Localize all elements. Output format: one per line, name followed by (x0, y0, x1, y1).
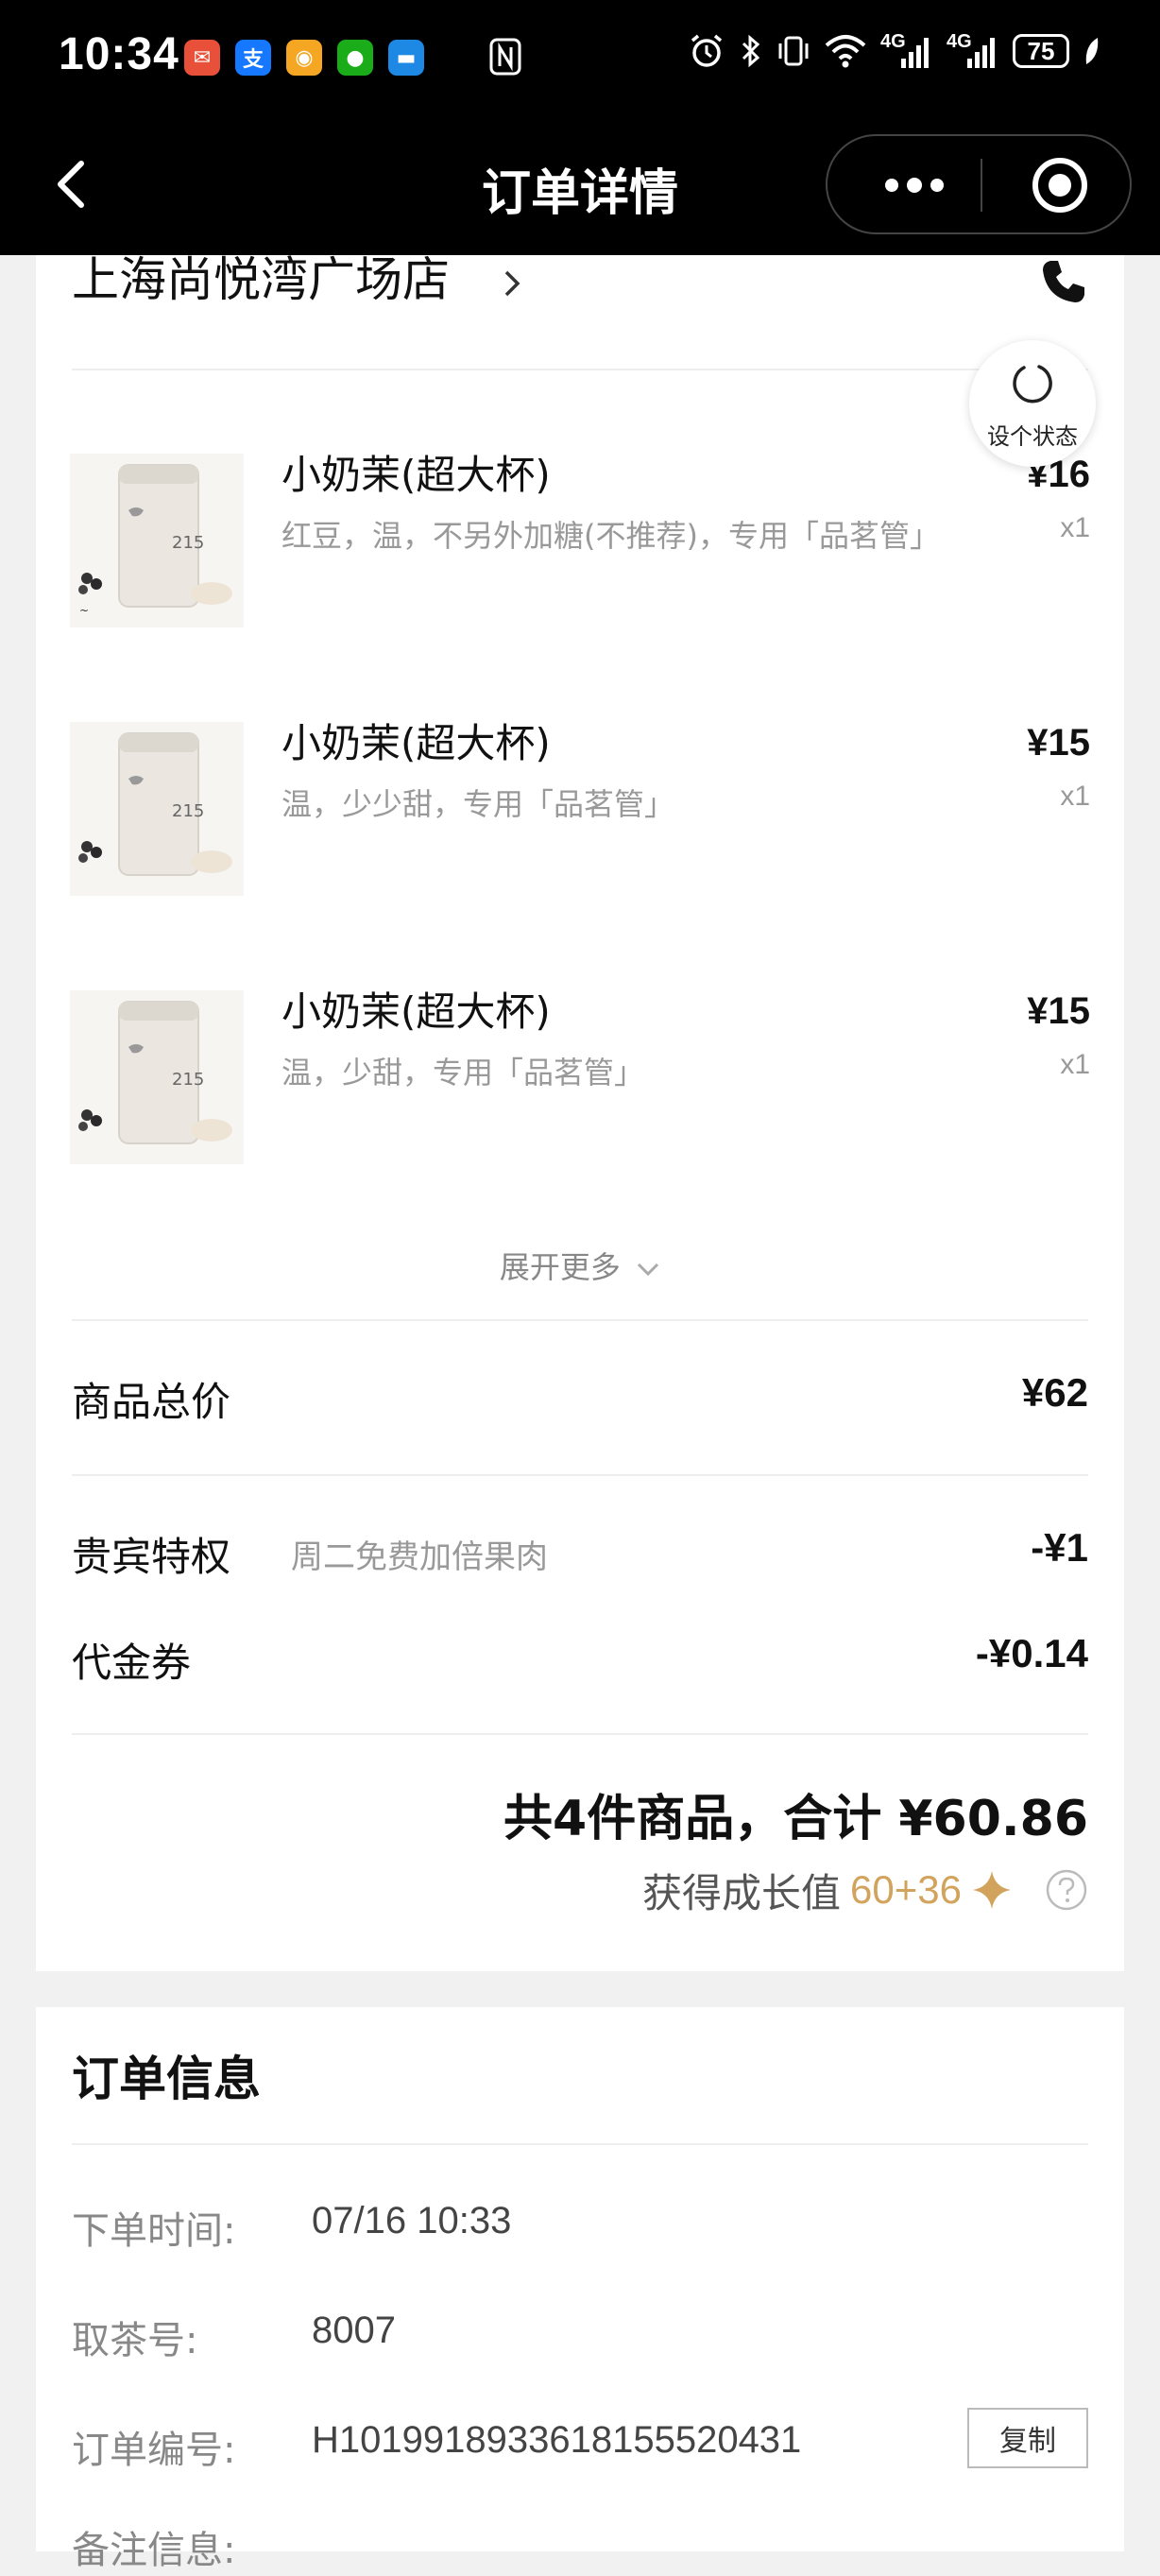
pickup-number-label: 取茶号: (72, 2319, 198, 2362)
order-number-row: 订单编号: H1019918933618155520431 复制 (72, 2408, 1088, 2476)
order-time-row: 下单时间: 07/16 10:33 (72, 2200, 1088, 2257)
item-name: 小奶茉(超大杯) (281, 988, 551, 1035)
cellular-signal-1: 4G (880, 32, 933, 70)
item-qty: x1 (1060, 781, 1090, 812)
cup-label: 215 (172, 533, 204, 553)
product-image: 215 (70, 722, 244, 896)
set-status-button[interactable]: 设个状态 (969, 340, 1096, 467)
subtotal-label: 商品总价 (72, 1379, 231, 1425)
item-price: ¥15 (1027, 722, 1090, 764)
item-name: 小奶茉(超大杯) (281, 720, 551, 766)
chevron-down-icon (638, 1262, 659, 1277)
order-item: 215 ~ 小奶茉(超大杯) 红豆，温，不另外加糖(不推荐)，专用「品茗管」 ¥… (70, 454, 1090, 627)
item-price: ¥15 (1027, 990, 1090, 1032)
alarm-icon (691, 34, 723, 67)
chevron-right-icon (504, 270, 520, 297)
status-time: 10:34 (59, 29, 179, 79)
order-item: 215 小奶茉(超大杯) 温，少少甜，专用「品茗管」 ¥15 x1 (70, 722, 1090, 896)
sparkle-icon (973, 1871, 1011, 1909)
growth-label: 获得成长值 (642, 1869, 842, 1916)
svg-text:~: ~ (79, 604, 89, 617)
cup-label: 215 (172, 801, 204, 821)
pickup-number-row: 取茶号: 8007 (72, 2310, 1088, 2366)
pickup-number-value: 8007 (312, 2310, 396, 2351)
expand-more-label: 展开更多 (499, 1249, 621, 1285)
order-time-value: 07/16 10:33 (312, 2200, 512, 2241)
refresh-icon (1013, 365, 1052, 404)
store-row[interactable]: 上海尚悦湾广场店 (72, 255, 1088, 370)
order-number-label: 订单编号: (72, 2429, 236, 2472)
growth-row: 获得成长值 60+36 (642, 1862, 1088, 1918)
voucher-label: 代金券 (72, 1640, 192, 1686)
wifi-icon (825, 35, 866, 68)
cellular-signal-2: 4G (947, 32, 999, 70)
order-total: 共4件商品，合计 ¥60.86 (503, 1791, 1088, 1847)
wechat-app-icon: ● (337, 40, 373, 76)
expand-more-button[interactable]: 展开更多 (36, 1244, 1124, 1287)
item-options: 红豆，温，不另外加糖(不推荐)，专用「品茗管」 (281, 518, 940, 554)
divider (72, 1319, 1088, 1321)
vibrate-icon (778, 36, 809, 66)
order-items-card: 上海尚悦湾广场店 215 ~ 小奶茉(超大杯) 红豆，温，不另外加糖(不推荐)，… (36, 255, 1124, 1971)
subtotal-value: ¥62 (1021, 1370, 1088, 1415)
alipay-app-icon: 支 (235, 40, 271, 76)
leaf-icon (1085, 38, 1099, 64)
product-image: 215 (70, 990, 244, 1164)
order-time-label: 下单时间: (72, 2209, 236, 2253)
mail-app-icon: ✉ (184, 40, 220, 76)
subtotal-row: 商品总价 ¥62 (72, 1370, 1088, 1427)
item-qty: x1 (1060, 512, 1090, 543)
nav-bar: 订单详情 (0, 113, 1160, 255)
remark-label: 备注信息: (72, 2529, 236, 2572)
voucher-value: -¥0.14 (975, 1631, 1088, 1675)
network-type-2: 4G (947, 31, 972, 52)
nfc-icon (489, 38, 521, 76)
item-name: 小奶茉(超大杯) (281, 452, 551, 498)
order-info-title: 订单信息 (72, 2052, 261, 2106)
copy-button[interactable]: 复制 (967, 2408, 1088, 2468)
store-name[interactable]: 上海尚悦湾广场店 (72, 255, 450, 304)
phone-icon[interactable] (1039, 257, 1088, 306)
item-options: 温，少少甜，专用「品茗管」 (281, 786, 675, 822)
divider (72, 1733, 1088, 1735)
item-qty: x1 (1060, 1049, 1090, 1080)
order-number-value: H1019918933618155520431 (312, 2419, 802, 2461)
order-item: 215 小奶茉(超大杯) 温，少甜，专用「品茗管」 ¥15 x1 (70, 990, 1090, 1164)
item-options: 温，少甜，专用「品茗管」 (281, 1055, 645, 1091)
vip-label: 贵宾特权 (72, 1534, 231, 1580)
divider (72, 2143, 1088, 2145)
growth-value: 60+36 (850, 1867, 962, 1912)
vip-privilege-row: 贵宾特权 周二免费加倍果肉 -¥1 (72, 1525, 1088, 1582)
order-info-card: 订单信息 下单时间: 07/16 10:33 取茶号: 8007 订单编号: H… (36, 2007, 1124, 2572)
miniprogram-capsule (826, 134, 1132, 234)
divider (72, 1474, 1088, 1476)
cup-label: 215 (172, 1070, 204, 1090)
battery-indicator: 75 (1013, 34, 1069, 68)
bluetooth-icon (742, 34, 760, 68)
network-type-1: 4G (880, 31, 906, 52)
vip-value: -¥1 (1031, 1525, 1088, 1570)
close-miniprogram-icon[interactable] (1030, 155, 1090, 215)
message-app-icon: ▬ (388, 40, 424, 76)
vip-note: 周二免费加倍果肉 (291, 1538, 548, 1576)
status-bar: 10:34 ✉ 支 ◉ ● ▬ 4G 4G 75 (0, 0, 1160, 113)
more-dots-icon[interactable] (877, 163, 952, 208)
set-status-label: 设个状态 (987, 423, 1078, 450)
weibo-app-icon: ◉ (286, 40, 322, 76)
help-icon[interactable] (1045, 1868, 1088, 1912)
product-image: 215 ~ (70, 454, 244, 627)
remark-row: 备注信息: (72, 2519, 1088, 2576)
notification-icons: ✉ 支 ◉ ● ▬ (184, 40, 424, 76)
capsule-divider (981, 159, 982, 212)
voucher-row: 代金券 -¥0.14 (72, 1631, 1088, 1688)
